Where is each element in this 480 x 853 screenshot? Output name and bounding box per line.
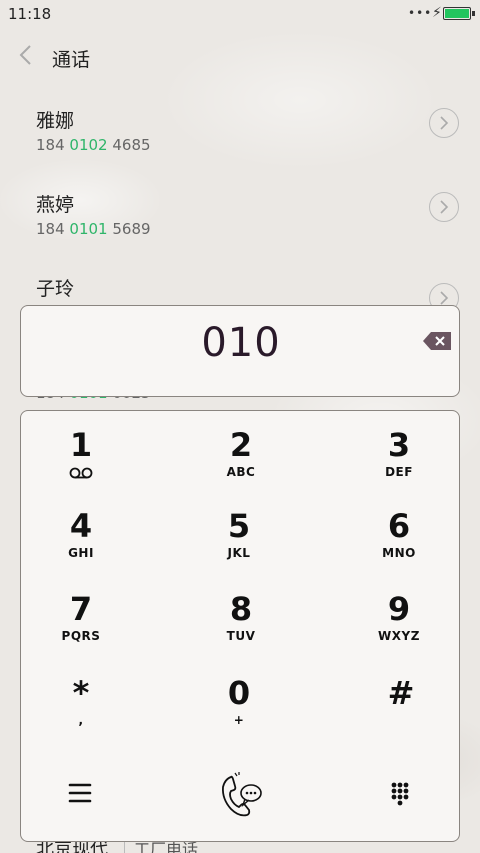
- status-time: 11:18: [8, 5, 52, 23]
- key-digit: 1: [69, 426, 93, 464]
- back-icon[interactable]: [18, 44, 38, 70]
- contact-number: 184 0101 5689: [36, 220, 151, 238]
- status-bar: 11:18 ••• ⚡: [0, 0, 480, 28]
- list-item[interactable]: 燕婷 184 0101 5689: [0, 190, 480, 274]
- chevron-right-icon[interactable]: [429, 108, 459, 138]
- key-digit: #: [387, 674, 415, 712]
- key-3[interactable]: 3 DEF: [339, 419, 459, 499]
- key-digit: 5: [227, 507, 251, 545]
- key-digit: 6: [387, 507, 411, 545]
- key-2[interactable]: 2 ABC: [181, 419, 301, 499]
- key-digit: 9: [387, 590, 411, 628]
- key-9[interactable]: 9 WXYZ: [339, 583, 459, 663]
- dial-keypad: 1 2 ABC 3 DEF 4 GHI 5 JKL 6 MNO 7 PQRS 8…: [20, 410, 460, 842]
- contact-name: 子玲: [36, 278, 75, 300]
- key-letters: +: [233, 713, 245, 727]
- call-button[interactable]: [201, 763, 281, 823]
- backspace-icon[interactable]: [423, 332, 451, 350]
- contact-name: 雅娜: [36, 110, 75, 132]
- key-8[interactable]: 8 TUV: [181, 583, 301, 663]
- key-letters: PQRS: [61, 629, 101, 643]
- header: 通话: [0, 36, 480, 80]
- key-4[interactable]: 4 GHI: [21, 500, 141, 580]
- battery-icon: [443, 7, 471, 20]
- key-hash[interactable]: #: [341, 667, 461, 747]
- key-letters: MNO: [382, 546, 416, 560]
- charging-icon: ⚡: [432, 5, 442, 21]
- key-letters: DEF: [385, 465, 413, 479]
- menu-button[interactable]: [40, 763, 120, 823]
- contact-name: 燕婷: [36, 194, 75, 216]
- key-5[interactable]: 5 JKL: [179, 500, 299, 580]
- signal-dots-icon: •••: [408, 6, 433, 20]
- key-1[interactable]: 1: [21, 419, 141, 499]
- key-digit: 4: [69, 507, 93, 545]
- contact-number: 184 0102 4685: [36, 136, 151, 154]
- dialed-number: 010: [201, 320, 281, 366]
- key-digit: 2: [229, 426, 253, 464]
- key-digit: 3: [387, 426, 411, 464]
- voicemail-icon: [69, 467, 93, 479]
- key-7[interactable]: 7 PQRS: [21, 583, 141, 663]
- menu-icon: [68, 783, 92, 803]
- key-letters: JKL: [227, 546, 251, 560]
- key-0[interactable]: 0 +: [179, 667, 299, 747]
- phone-chat-icon: [222, 772, 262, 817]
- dialpad-icon: [391, 782, 409, 806]
- key-letters: WXYZ: [378, 629, 420, 643]
- key-digit: *: [72, 674, 90, 712]
- key-digit: 7: [69, 590, 93, 628]
- list-item[interactable]: 雅娜 184 0102 4685: [0, 106, 480, 190]
- key-letters: ,: [78, 713, 84, 727]
- page-title: 通话: [52, 49, 91, 71]
- key-digit: 8: [229, 590, 253, 628]
- key-6[interactable]: 6 MNO: [339, 500, 459, 580]
- key-letters: ABC: [226, 465, 256, 479]
- key-letters: TUV: [226, 629, 256, 643]
- battery-tip: [472, 11, 475, 16]
- key-letters: GHI: [68, 546, 94, 560]
- key-digit: 0: [227, 674, 251, 712]
- key-star[interactable]: * ,: [21, 667, 141, 747]
- keypad-toggle-button[interactable]: [360, 763, 440, 823]
- number-display: 010: [20, 305, 460, 397]
- chevron-right-icon[interactable]: [429, 192, 459, 222]
